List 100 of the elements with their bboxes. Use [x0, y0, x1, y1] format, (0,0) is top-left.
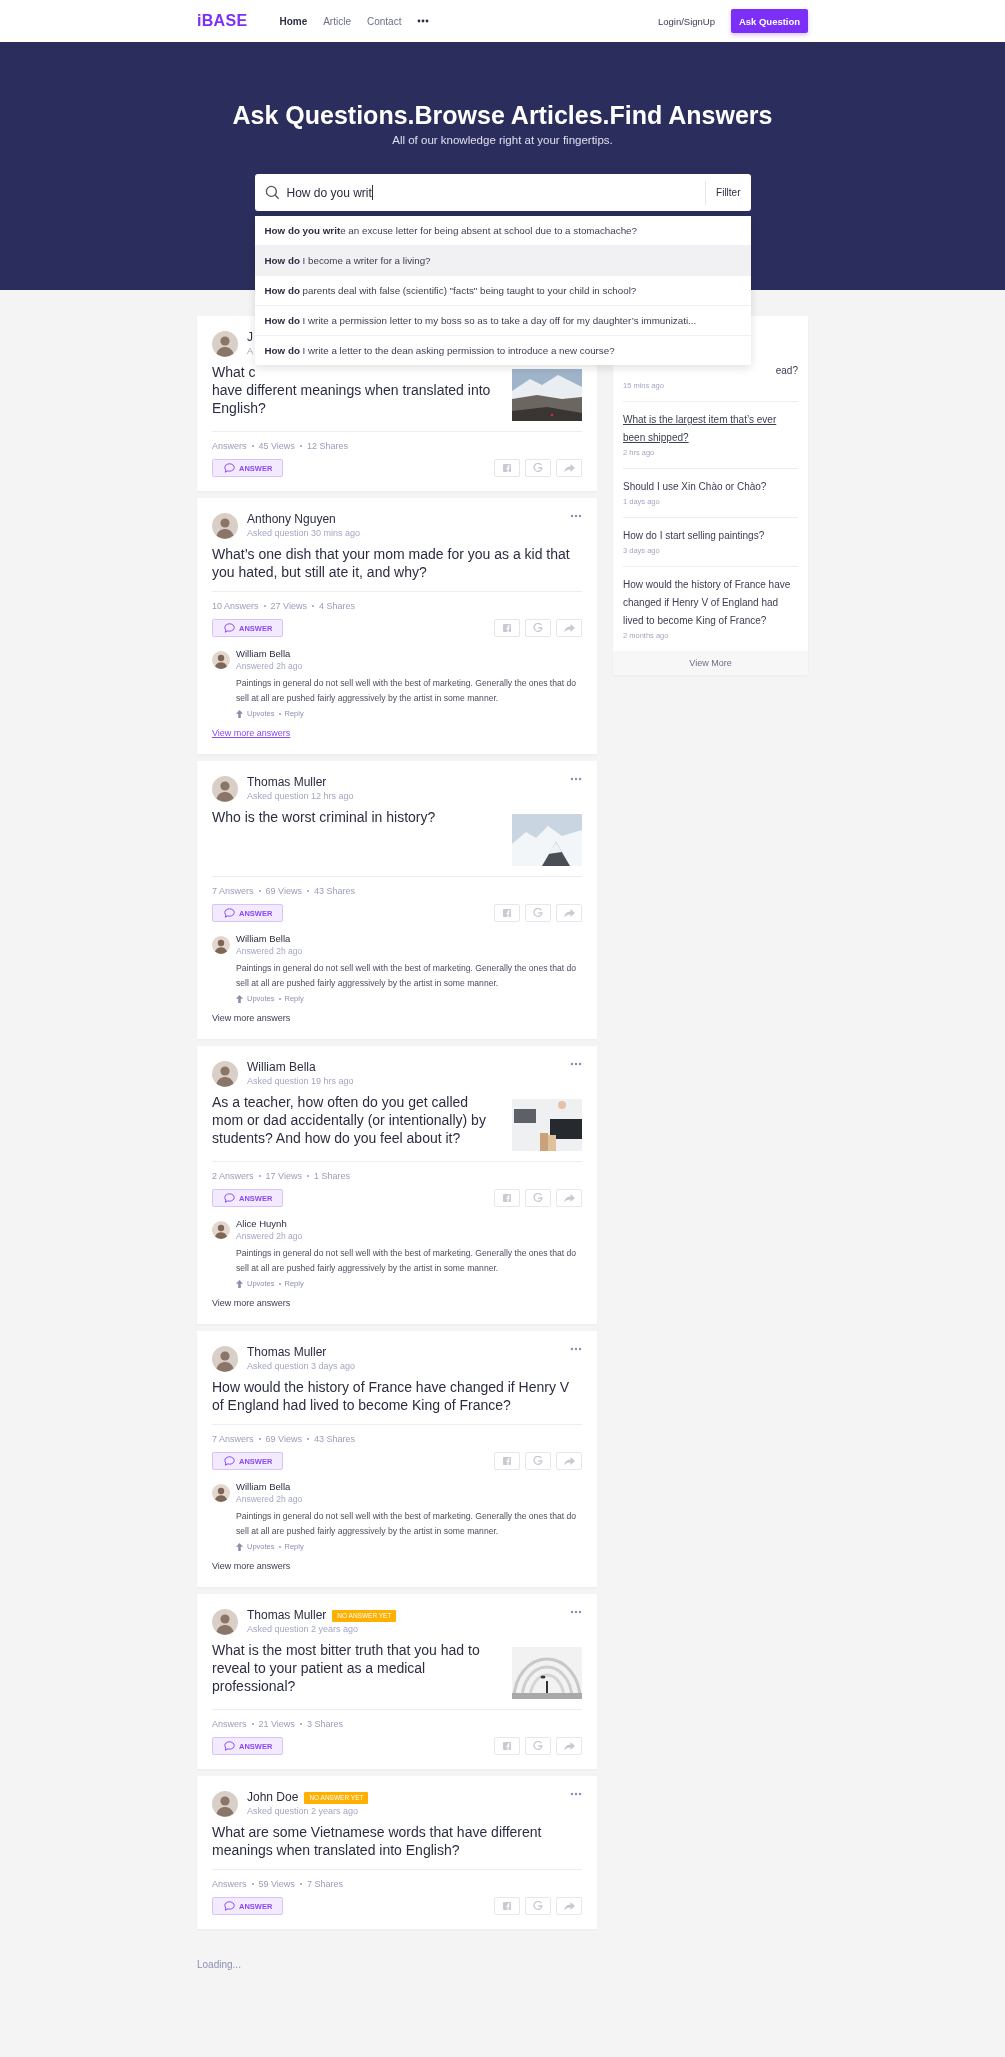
- more-options-icon[interactable]: [570, 777, 582, 781]
- upvote-icon[interactable]: [236, 994, 243, 1003]
- avatar: [212, 1790, 238, 1817]
- view-more-button[interactable]: View More: [613, 651, 808, 675]
- question-stat: 59 Views: [258, 1879, 295, 1889]
- question-time: Asked question 2 years ago: [247, 1805, 359, 1817]
- nav-link[interactable]: Contact: [367, 15, 402, 27]
- answer-time: Answered 2h ago: [236, 1230, 303, 1242]
- view-more-answers-link[interactable]: View more answers: [212, 728, 291, 738]
- more-options-icon[interactable]: [570, 514, 582, 518]
- share-button[interactable]: [556, 1452, 582, 1470]
- more-icon[interactable]: [417, 19, 430, 23]
- question-stat: Answers: [212, 441, 247, 451]
- answer-time: Answered 2h ago: [236, 660, 303, 672]
- google-icon: [533, 463, 543, 473]
- facebook-share-button[interactable]: [494, 1189, 520, 1207]
- share-button[interactable]: [556, 619, 582, 637]
- more-options-icon[interactable]: [570, 1062, 582, 1066]
- avatar: [212, 1484, 230, 1502]
- upvote-icon[interactable]: [236, 1279, 243, 1288]
- facebook-icon: [503, 1742, 511, 1750]
- google-icon: [533, 908, 543, 918]
- author-name[interactable]: Anthony Nguyen: [247, 512, 336, 527]
- suggestion-item[interactable]: How do you write an excuse letter for being absent at school due to a stomachache?: [254, 216, 751, 245]
- question-title[interactable]: What is the most bitter truth that you had to reveal to your patient as a medical professional?: [212, 1641, 500, 1695]
- nav-link[interactable]: Home: [279, 15, 308, 27]
- facebook-share-button[interactable]: [494, 619, 520, 637]
- view-more-answers-link[interactable]: View more answers: [212, 1013, 291, 1023]
- question-link[interactable]: ead?: [775, 362, 798, 380]
- question-time: Asked question 3 days ago: [247, 1360, 356, 1372]
- answerer-name[interactable]: William Bella: [236, 1481, 291, 1493]
- suggestion-item[interactable]: How do parents deal with false (scientific) "facts" being taught to your child in school?: [254, 275, 751, 305]
- login-link[interactable]: Login/SignUp: [657, 15, 715, 27]
- speech-bubble-icon: [224, 1901, 235, 1911]
- nav-link[interactable]: Article: [323, 15, 351, 27]
- question-link[interactable]: What is the largest item that’s ever been shipped?: [623, 411, 798, 447]
- google-share-button[interactable]: [525, 619, 551, 637]
- speech-bubble-icon: [224, 908, 235, 918]
- facebook-icon: [503, 624, 511, 632]
- question-link[interactable]: How would the history of France have changed if Henry V of England had lived to become King of France?: [623, 576, 798, 630]
- facebook-share-button[interactable]: [494, 1897, 520, 1915]
- facebook-share-button[interactable]: [494, 904, 520, 922]
- google-share-button[interactable]: [525, 459, 551, 477]
- view-more-answers-link[interactable]: View more answers: [212, 1298, 291, 1308]
- share-button[interactable]: [556, 904, 582, 922]
- share-arrow-icon: [563, 1456, 575, 1466]
- question-link[interactable]: Should I use Xin Chào or Chào?: [623, 478, 798, 496]
- more-options-icon[interactable]: [570, 1792, 582, 1796]
- question-stat: 69 Views: [265, 1434, 302, 1444]
- author-name[interactable]: Thomas Muller: [247, 1345, 327, 1360]
- ask-question-button[interactable]: Ask Question: [731, 9, 808, 33]
- share-button[interactable]: [556, 1897, 582, 1915]
- question-title[interactable]: How would the history of France have changed if Henry V of England had lived to become King of France?: [212, 1378, 582, 1414]
- author-name[interactable]: William Bella: [247, 1060, 316, 1075]
- question-link[interactable]: How do I start selling paintings?: [623, 527, 798, 545]
- author-name[interactable]: J: [247, 330, 253, 345]
- filter-button[interactable]: Fillter: [705, 180, 751, 205]
- google-share-button[interactable]: [525, 1737, 551, 1755]
- question-stat: 45 Views: [258, 441, 295, 451]
- share-button[interactable]: [556, 459, 582, 477]
- view-more-answers-link[interactable]: View more answers: [212, 1561, 291, 1571]
- author-name[interactable]: Thomas Muller: [247, 775, 327, 790]
- suggestion-item[interactable]: How do I write a letter to the dean asking permission to introduce a new course?: [254, 335, 751, 365]
- facebook-share-button[interactable]: [494, 1737, 520, 1755]
- question-title[interactable]: have different meanings when translated into English?: [212, 381, 500, 417]
- question-title[interactable]: As a teacher, how often do you get called mom or dad accidentally (or intentionally) by students? And how do you feel about it?: [212, 1093, 500, 1147]
- share-arrow-icon: [563, 1193, 575, 1203]
- question-title[interactable]: What are some Vietnamese words that have different meanings when translated into English?: [212, 1823, 582, 1859]
- upvote-icon[interactable]: [236, 1542, 243, 1551]
- more-options-icon[interactable]: [570, 1610, 582, 1614]
- answerer-name[interactable]: Alice Huynh: [236, 1218, 287, 1230]
- logo[interactable]: iBASE: [197, 12, 248, 30]
- google-share-button[interactable]: [525, 904, 551, 922]
- author-name[interactable]: John Doe: [247, 1790, 299, 1805]
- share-button[interactable]: [556, 1737, 582, 1755]
- facebook-share-button[interactable]: [494, 1452, 520, 1470]
- question-stat: 1 Shares: [313, 1171, 350, 1181]
- avatar: [212, 651, 230, 669]
- answerer-name[interactable]: William Bella: [236, 933, 291, 945]
- google-share-button[interactable]: [525, 1897, 551, 1915]
- upvote-icon[interactable]: [236, 709, 243, 718]
- share-button[interactable]: [556, 1189, 582, 1207]
- hero-subtitle: All of our knowledge right at your fingertips.: [392, 134, 613, 146]
- more-options-icon[interactable]: [570, 1347, 582, 1351]
- suggestion-item[interactable]: How do I write a permission letter to my boss so as to take a day off for my daughter’s immunizati...: [254, 305, 751, 335]
- author-name[interactable]: Thomas Muller: [247, 1608, 327, 1623]
- google-share-button[interactable]: [525, 1452, 551, 1470]
- question-title[interactable]: What’s one dish that your mom made for you as a kid that you hated, but still ate it, and why?: [212, 545, 582, 581]
- google-share-button[interactable]: [525, 1189, 551, 1207]
- question-title[interactable]: Who is the worst criminal in history?: [212, 808, 500, 826]
- question-stat: Answers: [212, 1879, 247, 1889]
- facebook-icon: [503, 1902, 511, 1910]
- answerer-name[interactable]: William Bella: [236, 648, 291, 660]
- avatar: [212, 1608, 238, 1635]
- suggestion-item[interactable]: How do I become a writer for a living?: [254, 245, 751, 275]
- avatar: [212, 1221, 230, 1239]
- facebook-share-button[interactable]: [494, 459, 520, 477]
- question-time: A: [247, 345, 253, 357]
- question-stat: 43 Shares: [313, 1434, 355, 1444]
- search-field[interactable]: How do you writ Fillter: [254, 174, 751, 211]
